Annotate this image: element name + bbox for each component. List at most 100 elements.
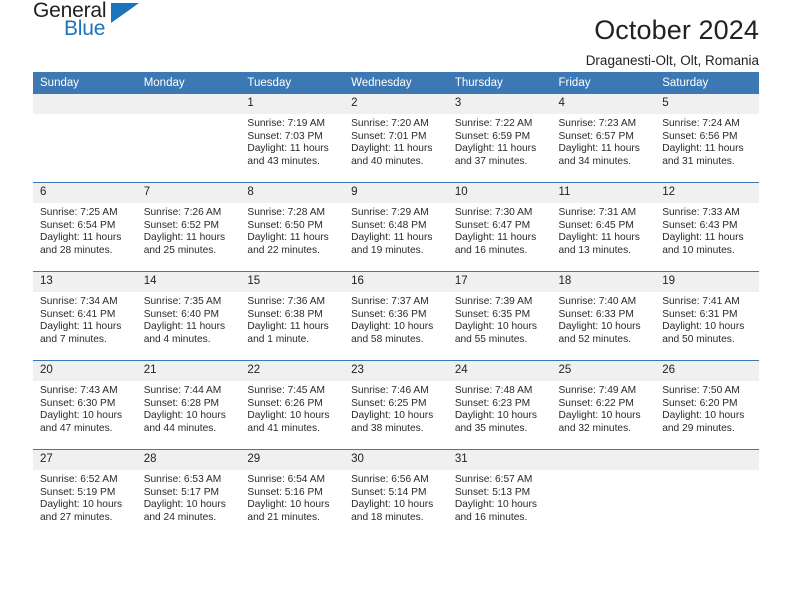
daylight-text: Daylight: 11 hours and 40 minutes. bbox=[351, 143, 433, 167]
sunset-text: Sunset: 6:33 PM bbox=[558, 308, 634, 320]
calendar-day-cell[interactable]: 3 Sunrise: 7:22 AM Sunset: 6:59 PM Daylight… bbox=[447, 94, 552, 183]
calendar-day-cell[interactable]: 22 Sunrise: 7:45 AM Sunset: 6:26 PM Dayligh… bbox=[240, 360, 345, 450]
calendar-day-cell[interactable]: 12 Sunrise: 7:33 AM Sunset: 6:43 PM Dayligh… bbox=[655, 182, 759, 272]
day-number: 27 bbox=[33, 450, 137, 470]
calendar-day-cell[interactable]: 25 Sunrise: 7:49 AM Sunset: 6:22 PM Dayligh… bbox=[551, 360, 656, 450]
sunset-text: Sunset: 6:38 PM bbox=[247, 308, 323, 320]
calendar-day-cell[interactable]: 17 Sunrise: 7:39 AM Sunset: 6:35 PM Dayligh… bbox=[447, 271, 552, 361]
calendar-day-cell[interactable]: 27 Sunrise: 6:52 AM Sunset: 5:19 PM Dayligh… bbox=[33, 449, 137, 538]
day-cell-inner: 15 Sunrise: 7:36 AM Sunset: 6:38 PM Dayligh… bbox=[240, 272, 345, 360]
daylight-text: Daylight: 11 hours and 1 minute. bbox=[247, 321, 329, 345]
day-sun-info: Sunrise: 7:26 AM Sunset: 6:52 PM Daylight:… bbox=[137, 203, 241, 257]
sunrise-text: Sunrise: 7:49 AM bbox=[558, 385, 637, 396]
calendar-day-cell[interactable]: 24 Sunrise: 7:48 AM Sunset: 6:23 PM Dayligh… bbox=[447, 360, 552, 450]
logo-text-blue: Blue bbox=[64, 17, 106, 40]
calendar-day-cell[interactable]: 16 Sunrise: 7:37 AM Sunset: 6:36 PM Dayligh… bbox=[344, 271, 448, 361]
calendar-body: 1 Sunrise: 7:19 AM Sunset: 7:03 PM Daylight… bbox=[33, 94, 759, 538]
sunrise-text: Sunrise: 7:20 AM bbox=[351, 118, 429, 129]
sunrise-text: Sunrise: 7:28 AM bbox=[247, 207, 325, 218]
calendar-day-cell[interactable]: 4 Sunrise: 7:23 AM Sunset: 6:57 PM Daylight… bbox=[551, 94, 656, 183]
calendar-day-cell[interactable]: 28 Sunrise: 6:53 AM Sunset: 5:17 PM Dayligh… bbox=[136, 449, 241, 538]
daylight-text: Daylight: 10 hours and 41 minutes. bbox=[247, 410, 330, 434]
calendar-empty-cell bbox=[33, 94, 137, 183]
day-cell-inner: 26 Sunrise: 7:50 AM Sunset: 6:20 PM Dayligh… bbox=[655, 361, 759, 449]
page-title: October 2024 bbox=[594, 15, 759, 45]
sunset-text: Sunset: 7:01 PM bbox=[351, 130, 427, 142]
sunrise-text: Sunrise: 7:19 AM bbox=[247, 118, 325, 129]
day-sun-info bbox=[655, 470, 759, 474]
calendar-day-cell[interactable]: 6 Sunrise: 7:25 AM Sunset: 6:54 PM Daylight… bbox=[33, 182, 137, 272]
day-number: 13 bbox=[33, 272, 137, 292]
sunset-text: Sunset: 6:59 PM bbox=[454, 130, 531, 142]
day-cell-inner: 27 Sunrise: 6:52 AM Sunset: 5:19 PM Dayligh… bbox=[33, 450, 137, 538]
sunrise-text: Sunrise: 7:30 AM bbox=[454, 207, 533, 218]
day-cell-inner: 9 Sunrise: 7:29 AM Sunset: 6:48 PM Daylight… bbox=[344, 183, 448, 271]
calendar-day-cell[interactable]: 2 Sunrise: 7:20 AM Sunset: 7:01 PM Daylight… bbox=[344, 94, 448, 183]
day-number: 14 bbox=[136, 272, 241, 292]
day-sun-info: Sunrise: 7:31 AM Sunset: 6:45 PM Daylight:… bbox=[552, 203, 656, 257]
calendar-day-cell[interactable]: 5 Sunrise: 7:24 AM Sunset: 6:56 PM Daylight… bbox=[655, 94, 759, 183]
calendar-day-cell[interactable]: 9 Sunrise: 7:29 AM Sunset: 6:48 PM Daylight… bbox=[344, 182, 448, 272]
calendar-day-cell[interactable]: 20 Sunrise: 7:43 AM Sunset: 6:30 PM Dayligh… bbox=[33, 360, 137, 450]
weekday-header-tuesday: Tuesday bbox=[240, 72, 345, 94]
calendar-day-cell[interactable]: 14 Sunrise: 7:35 AM Sunset: 6:40 PM Dayligh… bbox=[136, 271, 241, 361]
sunrise-text: Sunrise: 7:22 AM bbox=[454, 118, 533, 129]
day-number: 26 bbox=[655, 361, 759, 381]
day-number: 2 bbox=[344, 94, 448, 114]
calendar-week-row: 6 Sunrise: 7:25 AM Sunset: 6:54 PM Daylight… bbox=[33, 182, 759, 272]
daylight-text: Daylight: 11 hours and 31 minutes. bbox=[662, 143, 744, 167]
day-number: 20 bbox=[33, 361, 137, 381]
day-number: 30 bbox=[344, 450, 448, 470]
day-cell-inner: 29 Sunrise: 6:54 AM Sunset: 5:16 PM Dayligh… bbox=[240, 450, 345, 538]
calendar-day-cell[interactable]: 21 Sunrise: 7:44 AM Sunset: 6:28 PM Dayligh… bbox=[136, 360, 241, 450]
calendar-day-cell[interactable]: 7 Sunrise: 7:26 AM Sunset: 6:52 PM Daylight… bbox=[136, 182, 241, 272]
calendar-day-cell[interactable]: 15 Sunrise: 7:36 AM Sunset: 6:38 PM Dayligh… bbox=[240, 271, 345, 361]
day-sun-info: Sunrise: 7:36 AM Sunset: 6:38 PM Daylight:… bbox=[240, 292, 344, 346]
sunset-text: Sunset: 5:19 PM bbox=[40, 486, 116, 498]
calendar-day-cell[interactable]: 13 Sunrise: 7:34 AM Sunset: 6:41 PM Dayligh… bbox=[33, 271, 137, 361]
daylight-text: Daylight: 11 hours and 43 minutes. bbox=[247, 143, 329, 167]
day-number: 8 bbox=[240, 183, 345, 203]
calendar-day-cell[interactable]: 26 Sunrise: 7:50 AM Sunset: 6:20 PM Dayligh… bbox=[655, 360, 759, 450]
calendar-day-cell[interactable]: 23 Sunrise: 7:46 AM Sunset: 6:25 PM Dayligh… bbox=[344, 360, 448, 450]
sunset-text: Sunset: 6:45 PM bbox=[558, 219, 634, 231]
day-sun-info: Sunrise: 7:37 AM Sunset: 6:36 PM Daylight:… bbox=[344, 292, 448, 346]
daylight-text: Daylight: 10 hours and 50 minutes. bbox=[662, 321, 745, 345]
calendar-day-cell[interactable]: 18 Sunrise: 7:40 AM Sunset: 6:33 PM Dayligh… bbox=[551, 271, 656, 361]
calendar-day-cell[interactable]: 11 Sunrise: 7:31 AM Sunset: 6:45 PM Dayligh… bbox=[551, 182, 656, 272]
calendar-day-cell[interactable]: 10 Sunrise: 7:30 AM Sunset: 6:47 PM Dayligh… bbox=[447, 182, 552, 272]
day-number: 3 bbox=[447, 94, 552, 114]
calendar-day-cell[interactable]: 31 Sunrise: 6:57 AM Sunset: 5:13 PM Dayligh… bbox=[447, 449, 552, 538]
day-cell-inner: 22 Sunrise: 7:45 AM Sunset: 6:26 PM Dayligh… bbox=[240, 361, 345, 449]
sunset-text: Sunset: 6:50 PM bbox=[247, 219, 323, 231]
calendar-day-cell[interactable]: 8 Sunrise: 7:28 AM Sunset: 6:50 PM Daylight… bbox=[240, 182, 345, 272]
day-sun-info bbox=[552, 470, 656, 474]
calendar-day-cell[interactable]: 30 Sunrise: 6:56 AM Sunset: 5:14 PM Dayligh… bbox=[344, 449, 448, 538]
calendar-week-row: 13 Sunrise: 7:34 AM Sunset: 6:41 PM Dayligh… bbox=[33, 271, 759, 361]
day-sun-info: Sunrise: 7:44 AM Sunset: 6:28 PM Daylight:… bbox=[137, 381, 241, 435]
day-cell-inner bbox=[136, 94, 241, 182]
sunset-text: Sunset: 5:14 PM bbox=[351, 486, 427, 498]
calendar-day-cell[interactable]: 19 Sunrise: 7:41 AM Sunset: 6:31 PM Dayligh… bbox=[655, 271, 759, 361]
calendar-empty-cell bbox=[551, 449, 656, 538]
calendar-page: General Blue October 2024 Draganesti-Olt… bbox=[0, 0, 792, 612]
day-number bbox=[655, 450, 759, 470]
day-cell-inner: 7 Sunrise: 7:26 AM Sunset: 6:52 PM Daylight… bbox=[136, 183, 241, 271]
day-number: 28 bbox=[136, 450, 241, 470]
day-cell-inner: 5 Sunrise: 7:24 AM Sunset: 6:56 PM Daylight… bbox=[655, 94, 759, 182]
day-cell-inner bbox=[33, 94, 137, 182]
day-sun-info: Sunrise: 6:52 AM Sunset: 5:19 PM Daylight:… bbox=[33, 470, 137, 524]
day-sun-info: Sunrise: 7:23 AM Sunset: 6:57 PM Daylight:… bbox=[552, 114, 656, 168]
calendar-day-cell[interactable]: 1 Sunrise: 7:19 AM Sunset: 7:03 PM Daylight… bbox=[240, 94, 345, 183]
day-cell-inner: 24 Sunrise: 7:48 AM Sunset: 6:23 PM Dayligh… bbox=[447, 361, 552, 449]
day-sun-info: Sunrise: 7:19 AM Sunset: 7:03 PM Daylight:… bbox=[240, 114, 344, 168]
calendar-empty-cell bbox=[136, 94, 241, 183]
day-number: 24 bbox=[447, 361, 552, 381]
generalblue-logo[interactable]: General Blue bbox=[33, 0, 213, 78]
calendar-week-row: 1 Sunrise: 7:19 AM Sunset: 7:03 PM Daylight… bbox=[33, 94, 759, 183]
page-header: General Blue October 2024 Draganesti-Olt… bbox=[33, 0, 759, 72]
calendar-day-cell[interactable]: 29 Sunrise: 6:54 AM Sunset: 5:16 PM Dayligh… bbox=[240, 449, 345, 538]
sunset-text: Sunset: 6:52 PM bbox=[143, 219, 220, 231]
sunrise-text: Sunrise: 7:45 AM bbox=[247, 385, 325, 396]
sunset-text: Sunset: 6:57 PM bbox=[558, 130, 634, 142]
